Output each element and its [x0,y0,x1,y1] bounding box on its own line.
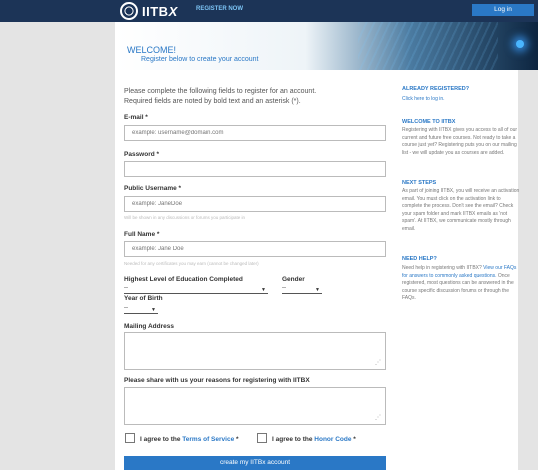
password-label: Password * [124,151,160,158]
email-label: E-mail * [124,114,148,121]
goals-textarea[interactable]: ⋰ [124,387,386,425]
terms-of-service-link[interactable]: Terms of Service [182,436,234,443]
birth-year-selected-value: -- [124,305,128,311]
register-now-link[interactable]: REGISTER NOW [196,6,243,12]
page-background-left [0,0,115,470]
institute-seal-icon [120,2,138,20]
goals-label: Please share with us your reasons for re… [124,377,310,384]
login-button[interactable]: Log in [472,4,534,16]
welcome-title: WELCOME TO IITBX [402,119,456,125]
resize-grip-icon[interactable]: ⋰ [375,359,381,366]
education-label: Highest Level of Education Completed [124,276,243,283]
gender-label: Gender [282,276,305,283]
info-sidebar: ALREADY REGISTERED? Click here to log in… [400,70,519,470]
birth-year-select[interactable]: -- ▼ [124,305,158,314]
next-steps-text: As part of joining IITBX, you will recei… [402,188,520,232]
gender-selected-value: -- [282,285,286,291]
chevron-down-icon: ▼ [151,307,156,313]
registration-form: Please complete the following fields to … [115,70,400,470]
welcome-text: Registering with IITBX gives you access … [402,127,518,156]
terms-label: I agree to the Terms of Service * [140,436,239,443]
mailing-address-label: Mailing Address [124,323,174,330]
fullname-hint: Needed for any certificates you may earn… [124,261,259,266]
terms-checkbox[interactable] [125,433,135,443]
honor-code-link[interactable]: Honor Code [314,436,351,443]
need-help-text: Need help in registering with IITBX? Vie… [402,265,517,301]
birth-year-label: Year of Birth [124,295,163,302]
banner-title: WELCOME! [127,45,177,55]
fullname-field[interactable] [124,241,386,257]
next-steps-title: NEXT STEPS [402,180,437,186]
honor-code-checkbox[interactable] [257,433,267,443]
site-logo[interactable]: IITBX [120,2,178,20]
education-select[interactable]: -- ▼ [124,285,268,294]
gender-select[interactable]: -- ▼ [282,285,322,294]
top-navigation-bar: IITBX REGISTER NOW Log in [0,0,538,22]
create-account-button[interactable]: create my IITBx account [124,456,386,470]
honor-code-label: I agree to the Honor Code * [272,436,356,443]
username-label: Public Username * [124,185,182,192]
form-intro: Please complete the following fields to … [124,88,317,95]
password-field[interactable] [124,161,386,177]
email-field[interactable] [124,125,386,141]
already-registered-title: ALREADY REGISTERED? [402,86,470,92]
education-selected-value: -- [124,285,128,291]
mailing-address-textarea[interactable]: ⋰ [124,332,386,370]
chevron-down-icon: ▼ [261,287,266,293]
username-field[interactable] [124,196,386,212]
username-hint: Will be shown in any discussions or foru… [124,215,246,220]
banner-subtitle: Register below to create your account [141,56,259,63]
chevron-down-icon: ▼ [315,287,320,293]
resize-grip-icon[interactable]: ⋰ [375,414,381,421]
banner-glow-icon [516,40,524,48]
page-background-right [518,0,538,470]
welcome-banner: WELCOME! Register below to create your a… [115,22,538,70]
login-link[interactable]: Click here to log in. [402,96,445,102]
fullname-label: Full Name * [124,231,160,238]
required-note: Required fields are noted by bold text a… [124,98,301,105]
banner-light-streaks [358,22,498,70]
logo-text: IITBX [142,3,178,19]
need-help-title: NEED HELP? [402,256,437,262]
